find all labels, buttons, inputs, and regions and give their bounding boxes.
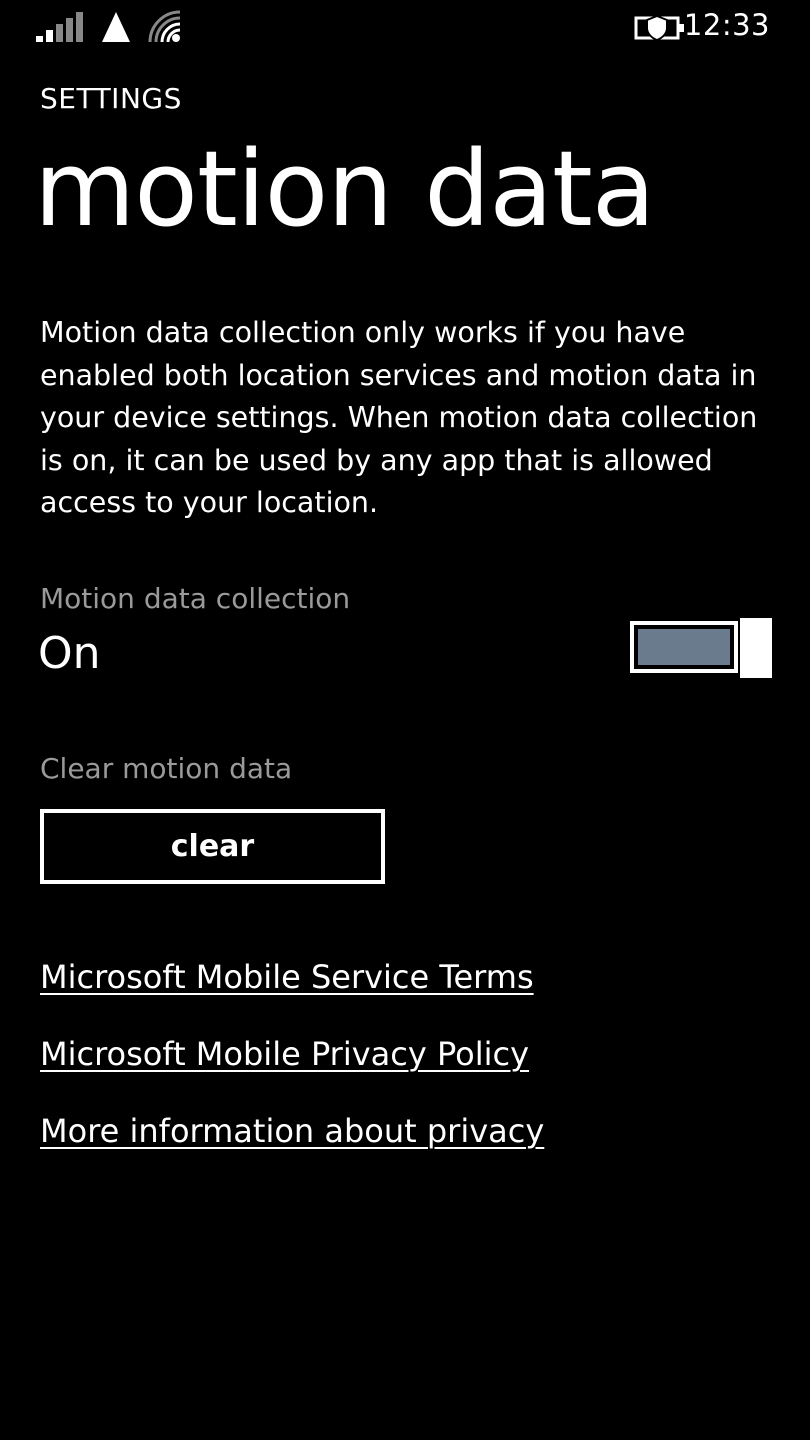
motion-collection-label: Motion data collection <box>40 582 351 615</box>
toggle-fill <box>638 629 730 665</box>
clear-button[interactable]: clear <box>40 809 385 884</box>
motion-collection-state: On <box>38 628 101 679</box>
toggle-knob[interactable] <box>740 618 772 678</box>
service-terms-link[interactable]: Microsoft Mobile Service Terms <box>40 958 534 996</box>
privacy-info-link[interactable]: More information about privacy <box>40 1112 544 1150</box>
page-title: motion data <box>34 128 655 250</box>
data-connection-icon <box>102 12 130 46</box>
clear-motion-label: Clear motion data <box>40 752 293 785</box>
description-text: Motion data collection only works if you… <box>40 316 758 519</box>
motion-collection-toggle[interactable] <box>630 618 772 678</box>
app-title: SETTINGS <box>40 82 182 115</box>
status-bar: 12:33 <box>0 0 810 56</box>
clock: 12:33 <box>683 8 770 42</box>
battery-saver-icon <box>634 14 686 46</box>
signal-strength-icon <box>36 12 84 46</box>
privacy-policy-link[interactable]: Microsoft Mobile Privacy Policy <box>40 1035 529 1073</box>
wifi-icon <box>148 10 182 48</box>
